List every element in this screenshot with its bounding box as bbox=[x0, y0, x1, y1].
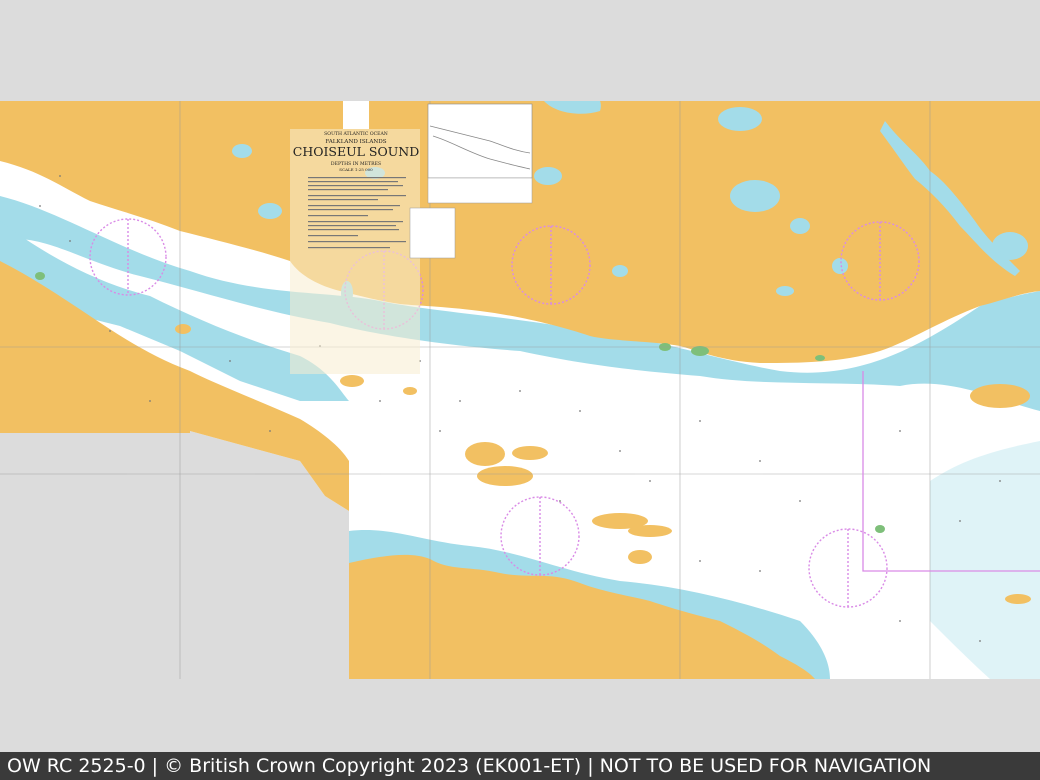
copyright-text: OW RC 2525-0 | © British Crown Copyright… bbox=[7, 755, 932, 777]
region-line-1: SOUTH ATLANTIC OCEAN bbox=[324, 131, 388, 137]
copyright-footer: OW RC 2525-0 | © British Crown Copyright… bbox=[0, 752, 1040, 780]
chart-title: CHOISEUL SOUND bbox=[293, 144, 419, 159]
title-block: SOUTH ATLANTIC OCEAN FALKLAND ISLANDS CH… bbox=[290, 101, 420, 374]
scale-note: SCALE 1:25 000 bbox=[339, 167, 373, 172]
nautical-chart[interactable]: SOUTH ATLANTIC OCEAN FALKLAND ISLANDS CH… bbox=[0, 101, 1040, 679]
chart-viewer[interactable]: SOUTH ATLANTIC OCEAN FALKLAND ISLANDS CH… bbox=[0, 0, 1040, 780]
